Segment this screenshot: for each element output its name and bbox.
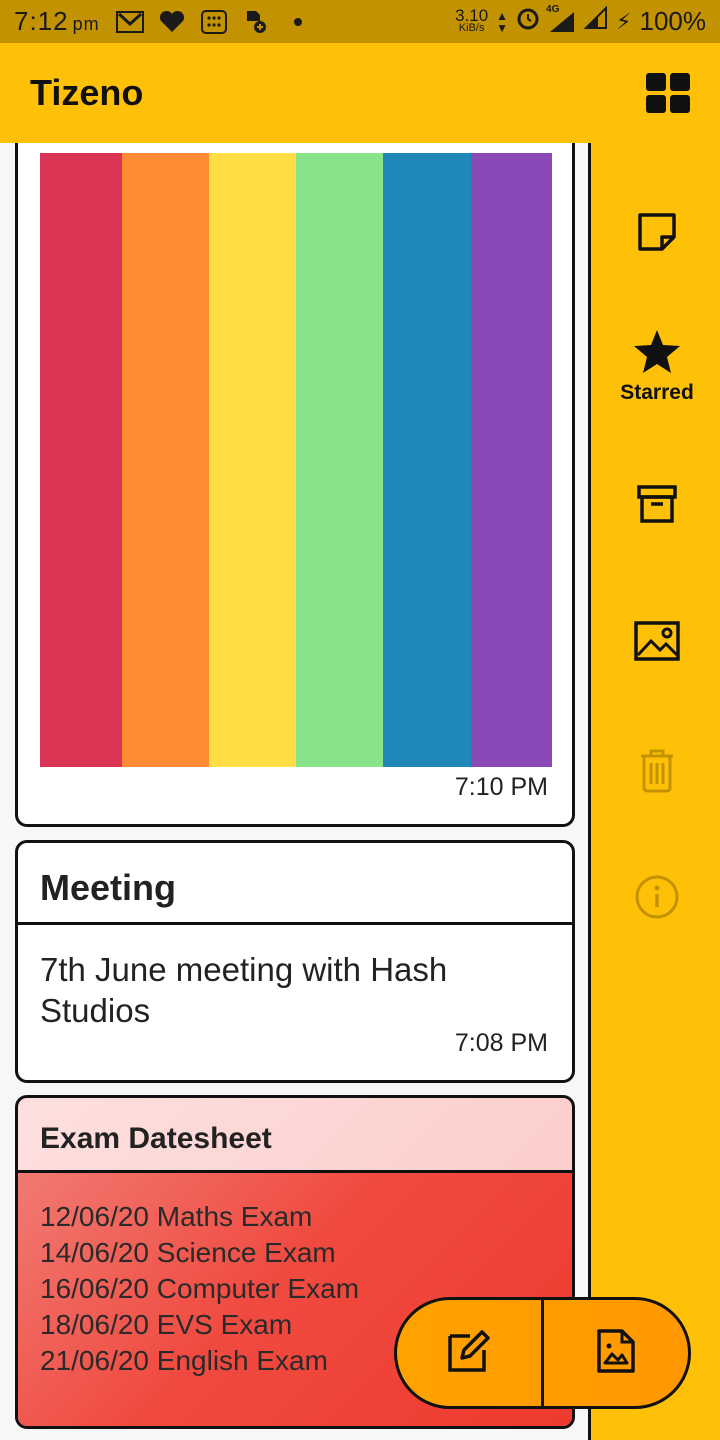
rail-item-starred[interactable]: Starred <box>591 328 720 405</box>
star-icon <box>632 328 682 379</box>
note-time: 7:10 PM <box>454 773 548 801</box>
note-title: Meeting <box>18 843 572 925</box>
alarm-icon <box>516 6 540 37</box>
note-body: 7th June meeting with Hash Studios <box>40 951 448 1029</box>
trash-icon <box>639 748 675 799</box>
app-bar: Tizeno <box>0 43 720 143</box>
signal-4g-icon: 4G <box>546 4 576 34</box>
app-title: Tizeno <box>30 72 144 113</box>
color-stripe <box>296 153 383 767</box>
rail-item-notes[interactable] <box>591 211 720 258</box>
image-note-icon <box>596 1328 636 1379</box>
edit-note-icon <box>446 1328 492 1379</box>
info-icon <box>634 874 680 925</box>
net-arrows-icon: ▲ ▼ <box>496 8 509 35</box>
status-time: 7:12 pm <box>14 6 100 36</box>
new-image-note-button[interactable] <box>544 1300 688 1406</box>
net-speed: 3.10 KiB/s <box>455 5 489 34</box>
color-stripe <box>209 153 296 767</box>
color-stripe <box>40 153 122 767</box>
rail-item-trash[interactable] <box>591 748 720 799</box>
file-add-icon <box>242 10 270 34</box>
status-bar: 7:12 pm 3.10 KiB/s ▲ ▼ 4G ⚡ 100% <box>0 0 720 43</box>
new-note-button[interactable] <box>397 1300 541 1406</box>
charging-icon: ⚡ <box>616 8 632 34</box>
archive-icon <box>636 483 678 530</box>
rail-item-archive[interactable] <box>591 483 720 530</box>
list-item: 14/06/20 Science Exam <box>40 1237 336 1268</box>
gmail-icon <box>115 10 144 34</box>
image-icon <box>634 621 680 666</box>
side-rail: Starred <box>588 143 720 1440</box>
list-item: 12/06/20 Maths Exam <box>40 1201 313 1232</box>
signal-icon <box>583 5 608 37</box>
meeting-note-card[interactable]: Meeting 7th June meeting with Hash Studi… <box>15 840 575 1083</box>
rail-item-images[interactable] <box>591 621 720 666</box>
fab-group <box>394 1297 691 1409</box>
note-title: Exam Datesheet <box>18 1098 572 1173</box>
rail-item-info[interactable] <box>591 874 720 925</box>
note-icon <box>636 211 678 258</box>
rail-item-label: Starred <box>620 381 694 404</box>
calculator-icon <box>200 9 228 34</box>
color-stripe <box>122 153 209 767</box>
rainbow-image <box>40 153 552 767</box>
color-stripe <box>471 153 552 767</box>
battery-percent: 100% <box>639 6 707 36</box>
color-stripe <box>383 153 471 767</box>
health-icon <box>158 10 186 34</box>
note-time: 7:08 PM <box>454 1029 548 1057</box>
image-note-card[interactable]: 7:10 PM <box>15 143 575 827</box>
grid-view-icon[interactable] <box>646 73 690 113</box>
dot-icon <box>284 10 312 34</box>
